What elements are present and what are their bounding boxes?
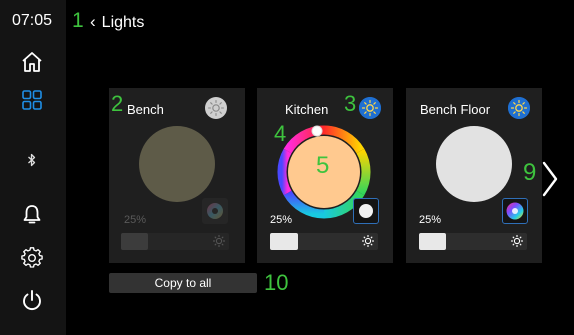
power-button[interactable] [13, 283, 51, 317]
brightness-label: 25% [124, 214, 147, 226]
settings-button[interactable] [13, 241, 51, 275]
color-picker-button-kitchen[interactable] [353, 198, 379, 224]
hue-handle[interactable] [311, 125, 323, 137]
copy-to-all-button[interactable]: Copy to all [109, 273, 257, 293]
brightness-slider-bench-floor[interactable] [419, 233, 527, 250]
power-icon [23, 290, 41, 311]
bluetooth-icon [28, 153, 36, 167]
brightness-label: 25% [270, 214, 293, 226]
brightness-icon [511, 235, 523, 247]
color-picker-button-bench[interactable] [202, 198, 228, 224]
slider-fill [270, 233, 298, 250]
bluetooth-button[interactable] [13, 143, 51, 177]
annotation-3: 3 [344, 91, 357, 116]
brightness-label: 25% [419, 214, 442, 226]
home-icon [22, 52, 42, 72]
light-card-bench[interactable]: 2 Bench 25% [109, 88, 245, 263]
clock: 07:05 [11, 12, 53, 29]
chevron-left-icon: ‹ [90, 12, 96, 31]
grid-icon [22, 90, 42, 110]
color-preview-bench[interactable] [137, 124, 217, 204]
gear-icon [21, 247, 43, 268]
brightness-icon [362, 235, 374, 247]
color-wheel-icon [506, 202, 524, 220]
power-toggle-bench-floor[interactable] [508, 97, 530, 119]
power-toggle-bench[interactable] [205, 97, 227, 119]
power-toggle-kitchen[interactable] [359, 97, 381, 119]
color-preview-bench-floor[interactable] [435, 125, 513, 203]
app-screen: 07:05 1 ‹ Lights 2 Bench 25% Kitchen 3 4… [0, 0, 574, 335]
light-card-bench-floor[interactable]: Bench Floor 9 25% [406, 88, 542, 263]
slider-fill [121, 233, 148, 250]
color-wheel-icon [207, 203, 223, 219]
brightness-icon [213, 235, 225, 247]
annotation-5: 5 [316, 152, 330, 179]
color-picker-button-bench-floor[interactable] [502, 198, 528, 224]
page-title: Lights [101, 14, 145, 31]
brightness-slider-bench[interactable] [121, 233, 229, 250]
sun-icon [508, 97, 530, 119]
light-card-kitchen[interactable]: Kitchen 3 4 5 25% [257, 88, 393, 263]
annotation-9: 9 [523, 159, 537, 186]
home-button[interactable] [13, 45, 51, 79]
annotation-1: 1 [72, 9, 84, 32]
back-button[interactable]: ‹ Lights [90, 12, 144, 32]
brightness-slider-kitchen[interactable] [270, 233, 378, 250]
annotation-10: 10 [264, 270, 289, 295]
card-title: Kitchen [285, 102, 329, 117]
apps-button[interactable] [13, 83, 51, 117]
slider-fill [419, 233, 446, 250]
white-color-icon [359, 204, 373, 218]
notifications-button[interactable] [13, 198, 51, 232]
sidebar: 07:05 [0, 0, 66, 335]
annotation-2: 2 [111, 91, 124, 116]
card-title: Bench [127, 102, 164, 117]
card-title: Bench Floor [420, 102, 491, 117]
chevron-right-icon[interactable] [540, 160, 560, 198]
sun-icon [359, 97, 381, 119]
sun-icon [205, 97, 227, 119]
bell-icon [23, 205, 41, 224]
